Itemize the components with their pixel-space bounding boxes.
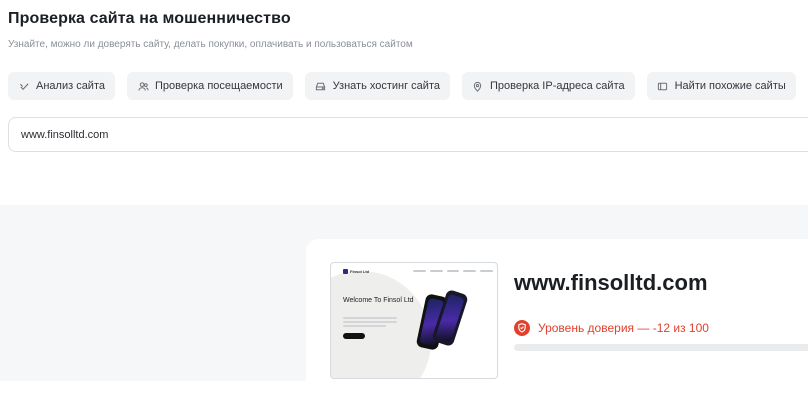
thumbnail-text-lines <box>343 317 397 329</box>
window-icon <box>657 80 669 92</box>
thumbnail-cta <box>343 333 365 339</box>
page-subtitle: Узнайте, можно ли доверять сайту, делать… <box>8 39 413 50</box>
header-section: Проверка сайта на мошенничество Узнайте,… <box>0 0 808 205</box>
thumbnail-logo: Finsol Ltd <box>343 269 369 274</box>
trust-level-bar <box>514 344 808 351</box>
users-icon <box>137 80 149 92</box>
site-url-input[interactable] <box>8 117 808 152</box>
tab-label: Анализ сайта <box>36 80 105 92</box>
tab-label: Проверка посещаемости <box>155 80 283 92</box>
tab-label: Найти похожие сайты <box>674 80 786 92</box>
location-pin-icon <box>472 80 484 92</box>
tab-hosting-lookup[interactable]: Узнать хостинг сайта <box>304 72 450 100</box>
tool-tabs: Анализ сайта Проверка посещаемости Узнат… <box>8 72 796 100</box>
thumbnail-nav <box>413 270 493 273</box>
thumbnail-hero: Welcome To Finsol Ltd <box>343 297 414 304</box>
shield-alert-icon <box>514 320 530 336</box>
tab-similar-sites[interactable]: Найти похожие сайты <box>646 72 796 100</box>
checked-domain: www.finsolltd.com <box>514 270 708 295</box>
trust-level-text: Уровень доверия — -12 из 100 <box>538 321 709 335</box>
page-footer-strip <box>0 381 808 397</box>
tab-traffic-check[interactable]: Проверка посещаемости <box>127 72 293 100</box>
tab-label: Узнать хостинг сайта <box>332 80 440 92</box>
tab-site-analysis[interactable]: Анализ сайта <box>8 72 115 100</box>
page-title: Проверка сайта на мошенничество <box>8 10 291 27</box>
logo-mark-icon <box>343 269 348 274</box>
trust-level: Уровень доверия — -12 из 100 <box>514 320 709 336</box>
tab-ip-check[interactable]: Проверка IP-адреса сайта <box>461 72 635 100</box>
site-screenshot-thumbnail[interactable]: Finsol Ltd Welcome To Finsol Ltd <box>330 262 498 379</box>
tab-label: Проверка IP-адреса сайта <box>489 80 625 92</box>
server-icon <box>315 80 327 92</box>
check-icon <box>18 80 30 92</box>
